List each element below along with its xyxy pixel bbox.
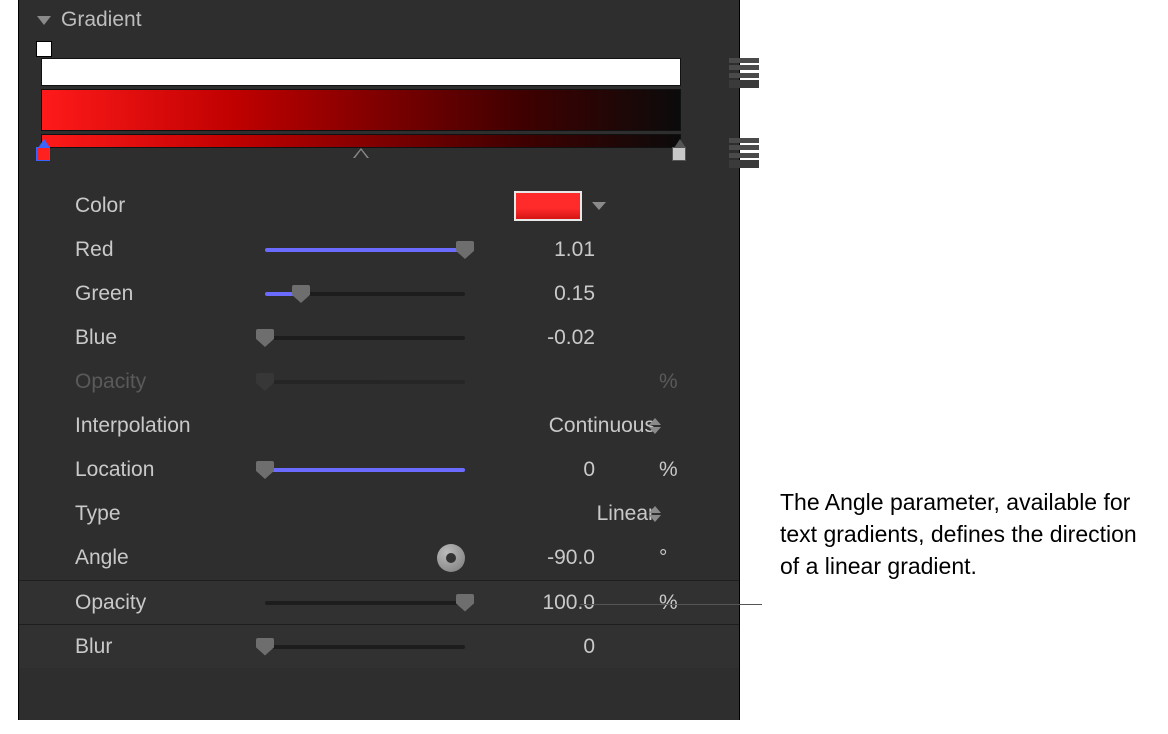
blur-row: Blur 0 xyxy=(19,624,739,668)
type-label: Type xyxy=(75,502,265,526)
red-row: Red 1.01 xyxy=(19,228,739,272)
angle-row: Angle -90.0 ° xyxy=(19,536,739,580)
color-popup-chevron-icon[interactable] xyxy=(592,202,606,210)
opacity-row: Opacity 100.0 % xyxy=(19,580,739,624)
gradient-opacity-bar[interactable] xyxy=(41,58,681,86)
gradient-color-bar[interactable] xyxy=(41,89,681,131)
blue-label: Blue xyxy=(75,326,265,350)
gradient-color-stop-right[interactable] xyxy=(672,147,686,161)
gradient-inspector-panel: Gradient Color xyxy=(18,0,740,720)
red-label: Red xyxy=(75,238,265,262)
callout-text: The Angle parameter, available for text … xyxy=(780,486,1140,583)
location-slider[interactable] xyxy=(265,468,465,472)
gradient-color-stop-left[interactable] xyxy=(36,147,50,161)
gradient-editor xyxy=(41,58,717,148)
opacity-inner-label: Opacity xyxy=(75,370,265,394)
blue-slider[interactable] xyxy=(265,336,465,340)
gradient-stop-track[interactable] xyxy=(41,134,681,148)
blur-label: Blur xyxy=(75,635,265,659)
blue-value[interactable]: -0.02 xyxy=(525,326,595,350)
interpolation-value: Continuous xyxy=(549,414,655,438)
opacity-unit: % xyxy=(655,591,709,615)
green-value[interactable]: 0.15 xyxy=(525,282,595,306)
gradient-midpoint-handle[interactable] xyxy=(353,148,369,158)
green-slider[interactable] xyxy=(265,292,465,296)
gradient-distribute-opacity-icon[interactable] xyxy=(729,58,759,88)
angle-dial[interactable] xyxy=(437,544,465,572)
red-value[interactable]: 1.01 xyxy=(525,238,595,262)
blue-row: Blue -0.02 xyxy=(19,316,739,360)
gradient-distribute-color-icon[interactable] xyxy=(729,138,759,168)
location-value[interactable]: 0 xyxy=(525,458,595,482)
stepper-icon xyxy=(649,418,661,434)
type-select[interactable]: Linear xyxy=(465,502,655,526)
opacity-inner-row: Opacity % xyxy=(19,360,739,404)
opacity-inner-slider xyxy=(265,380,465,384)
blur-value[interactable]: 0 xyxy=(525,635,595,659)
gradient-title: Gradient xyxy=(61,8,142,32)
disclosure-triangle-icon[interactable] xyxy=(37,16,51,25)
color-row: Color xyxy=(19,184,739,228)
opacity-stop-handle[interactable] xyxy=(36,41,52,57)
color-label: Color xyxy=(75,194,265,218)
angle-unit: ° xyxy=(655,546,709,570)
opacity-value[interactable]: 100.0 xyxy=(525,591,595,615)
location-label: Location xyxy=(75,458,265,482)
opacity-label: Opacity xyxy=(75,591,265,615)
green-label: Green xyxy=(75,282,265,306)
red-slider[interactable] xyxy=(265,248,465,252)
interpolation-row: Interpolation Continuous xyxy=(19,404,739,448)
blur-slider[interactable] xyxy=(265,645,465,649)
type-value: Linear xyxy=(597,502,655,526)
type-row: Type Linear xyxy=(19,492,739,536)
location-unit: % xyxy=(655,458,709,482)
interpolation-select[interactable]: Continuous xyxy=(465,414,655,438)
angle-value[interactable]: -90.0 xyxy=(525,546,595,570)
gradient-header[interactable]: Gradient xyxy=(19,0,739,40)
opacity-slider[interactable] xyxy=(265,601,465,605)
green-row: Green 0.15 xyxy=(19,272,739,316)
color-swatch[interactable] xyxy=(514,191,582,221)
stepper-icon xyxy=(649,506,661,522)
interpolation-label: Interpolation xyxy=(75,414,265,438)
location-row: Location 0 % xyxy=(19,448,739,492)
opacity-inner-unit: % xyxy=(655,370,709,394)
angle-label: Angle xyxy=(75,546,265,570)
